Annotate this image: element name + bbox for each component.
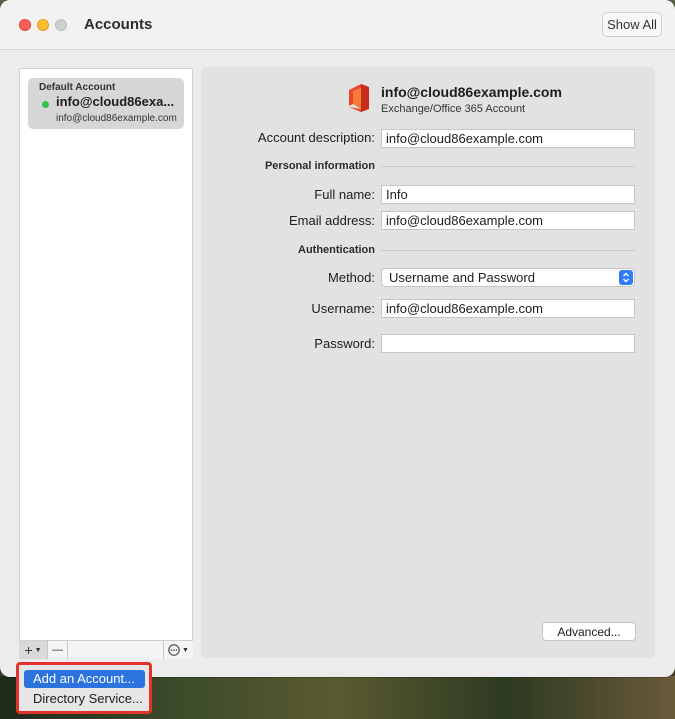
accounts-window: Accounts Show All Default Account info@c… bbox=[0, 0, 675, 677]
show-all-button[interactable]: Show All bbox=[602, 12, 662, 37]
sidebar-toolbar: + ▼ — ▼ bbox=[19, 640, 193, 659]
minus-icon: — bbox=[52, 644, 63, 656]
accounts-sidebar: Default Account info@cloud86exa... info@… bbox=[19, 68, 193, 658]
remove-account-button[interactable]: — bbox=[48, 641, 68, 659]
chevron-down-icon: ▼ bbox=[34, 646, 42, 654]
status-online-icon bbox=[42, 101, 49, 108]
window-title: Accounts bbox=[84, 16, 153, 33]
account-list-item[interactable]: Default Account info@cloud86exa... info@… bbox=[28, 78, 184, 129]
add-account-button[interactable]: + ▼ bbox=[19, 641, 48, 659]
username-label: Username: bbox=[311, 301, 375, 316]
close-window-button[interactable] bbox=[19, 19, 31, 31]
menu-item-add-account[interactable]: Add an Account... bbox=[24, 670, 145, 688]
section-divider bbox=[381, 250, 635, 251]
minimize-window-button[interactable] bbox=[37, 19, 49, 31]
plus-icon: + bbox=[24, 642, 33, 658]
office-365-icon bbox=[349, 84, 369, 112]
method-label: Method: bbox=[328, 270, 375, 285]
title-bar: Accounts Show All bbox=[0, 0, 675, 50]
full-name-label: Full name: bbox=[314, 187, 375, 202]
section-divider bbox=[381, 166, 635, 167]
account-email: info@cloud86example.com bbox=[56, 113, 177, 124]
account-header-email: info@cloud86example.com bbox=[381, 84, 562, 100]
email-address-field[interactable] bbox=[381, 211, 635, 230]
method-selected-value: Username and Password bbox=[389, 270, 535, 285]
password-field[interactable] bbox=[381, 334, 635, 353]
toolbar-spacer bbox=[68, 641, 164, 659]
account-type: Exchange/Office 365 Account bbox=[381, 103, 526, 115]
email-address-label: Email address: bbox=[289, 213, 375, 228]
advanced-button[interactable]: Advanced... bbox=[542, 622, 636, 641]
menu-item-directory-service[interactable]: Directory Service... bbox=[24, 690, 145, 708]
account-detail-pane: info@cloud86example.com Exchange/Office … bbox=[201, 67, 655, 658]
select-arrows-icon bbox=[619, 270, 633, 285]
authentication-heading: Authentication bbox=[298, 244, 375, 256]
account-name: info@cloud86exa... bbox=[56, 94, 175, 109]
account-description-field[interactable] bbox=[381, 129, 635, 148]
more-options-button[interactable]: ▼ bbox=[164, 641, 193, 659]
personal-info-heading: Personal information bbox=[264, 160, 375, 172]
full-name-field[interactable] bbox=[381, 185, 635, 204]
method-select[interactable]: Username and Password bbox=[381, 268, 635, 287]
add-account-menu: Add an Account... Directory Service... bbox=[16, 662, 152, 714]
account-description-label: Account description: bbox=[257, 130, 375, 145]
zoom-window-button[interactable] bbox=[55, 19, 67, 31]
username-field[interactable] bbox=[381, 299, 635, 318]
default-account-label: Default Account bbox=[39, 82, 116, 93]
ellipsis-circle-icon bbox=[168, 644, 180, 656]
password-label: Password: bbox=[314, 336, 375, 351]
chevron-down-icon: ▼ bbox=[182, 646, 189, 654]
